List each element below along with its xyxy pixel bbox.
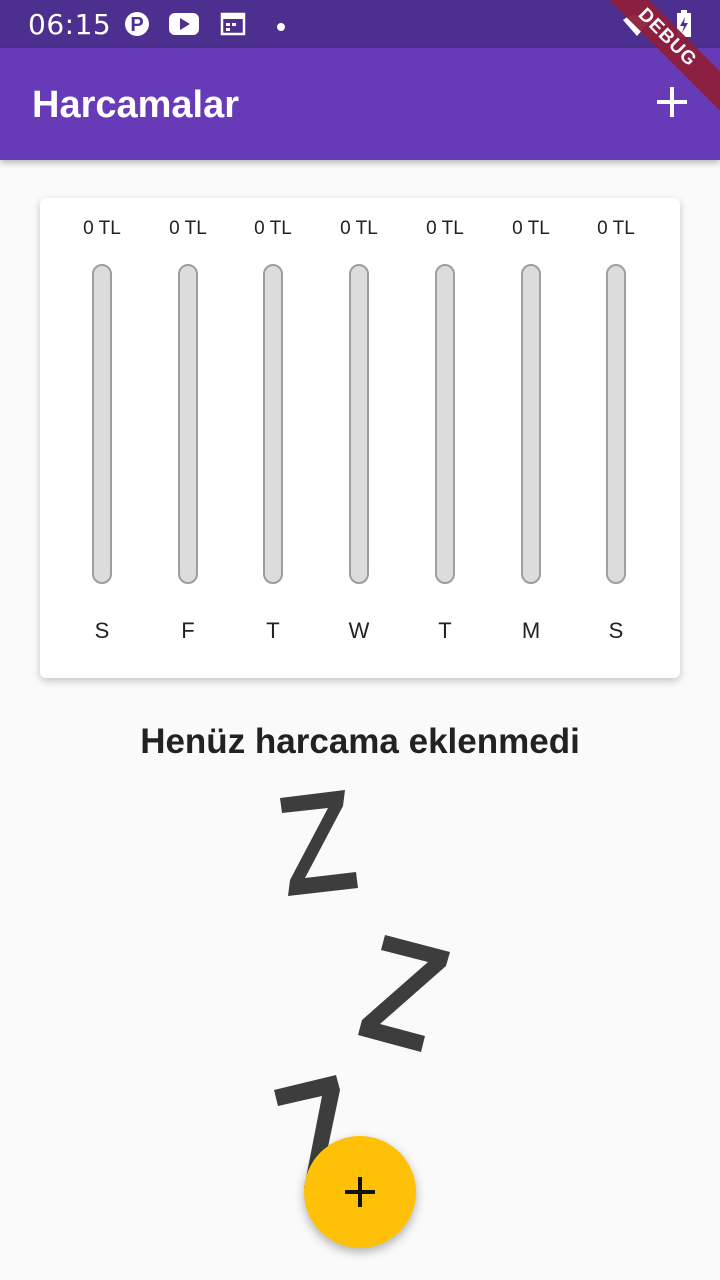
status-time: 06:15 xyxy=(28,8,112,41)
app-bar: Harcamalar xyxy=(0,48,720,160)
empty-state-message: Henüz harcama eklenmedi xyxy=(140,722,580,761)
chart-bar-2: 0 TL T xyxy=(233,198,313,678)
dot-icon xyxy=(276,19,286,37)
bar-amount: 0 TL xyxy=(83,218,121,239)
weekly-chart-card: 0 TL S 0 TL F 0 TL T 0 TL W 0 TL T 0 TL … xyxy=(40,198,680,678)
bar-day-label: W xyxy=(348,618,370,643)
add-icon xyxy=(657,87,687,117)
bar-track xyxy=(178,264,198,584)
bar-amount: 0 TL xyxy=(169,218,207,239)
add-icon xyxy=(345,1177,375,1207)
bar-day-label: F xyxy=(181,618,195,643)
bar-amount: 0 TL xyxy=(254,218,292,239)
youtube-icon xyxy=(168,10,200,43)
svg-text:P: P xyxy=(130,14,143,36)
bar-track xyxy=(606,264,626,584)
app-title: Harcamalar xyxy=(32,84,240,126)
bar-amount: 0 TL xyxy=(340,218,378,239)
bar-track xyxy=(435,264,455,584)
bar-track xyxy=(263,264,283,584)
bar-day-label: T xyxy=(438,618,452,643)
chart-bar-0: 0 TL S xyxy=(62,198,142,678)
bar-track xyxy=(349,264,369,584)
chart-bar-6: 0 TL S xyxy=(576,198,656,678)
bar-track xyxy=(521,264,541,584)
chart-bar-3: 0 TL W xyxy=(319,198,399,678)
bar-amount: 0 TL xyxy=(426,218,464,239)
bar-day-label: S xyxy=(94,618,110,643)
bar-day-label: M xyxy=(521,618,541,643)
parking-app-icon: P xyxy=(124,10,150,43)
chart-bar-4: 0 TL T xyxy=(405,198,485,678)
fab-add-button[interactable] xyxy=(304,1136,416,1248)
calendar-icon xyxy=(220,10,246,43)
chart-bar-5: 0 TL M xyxy=(491,198,571,678)
bar-track xyxy=(92,264,112,584)
add-expense-button[interactable] xyxy=(652,82,692,122)
bar-amount: 0 TL xyxy=(597,218,635,239)
bar-amount: 0 TL xyxy=(512,218,550,239)
bar-day-label: T xyxy=(266,618,280,643)
chart-bar-1: 0 TL F xyxy=(148,198,228,678)
status-bar: 06:15 P xyxy=(0,0,720,48)
bar-day-label: S xyxy=(608,618,624,643)
